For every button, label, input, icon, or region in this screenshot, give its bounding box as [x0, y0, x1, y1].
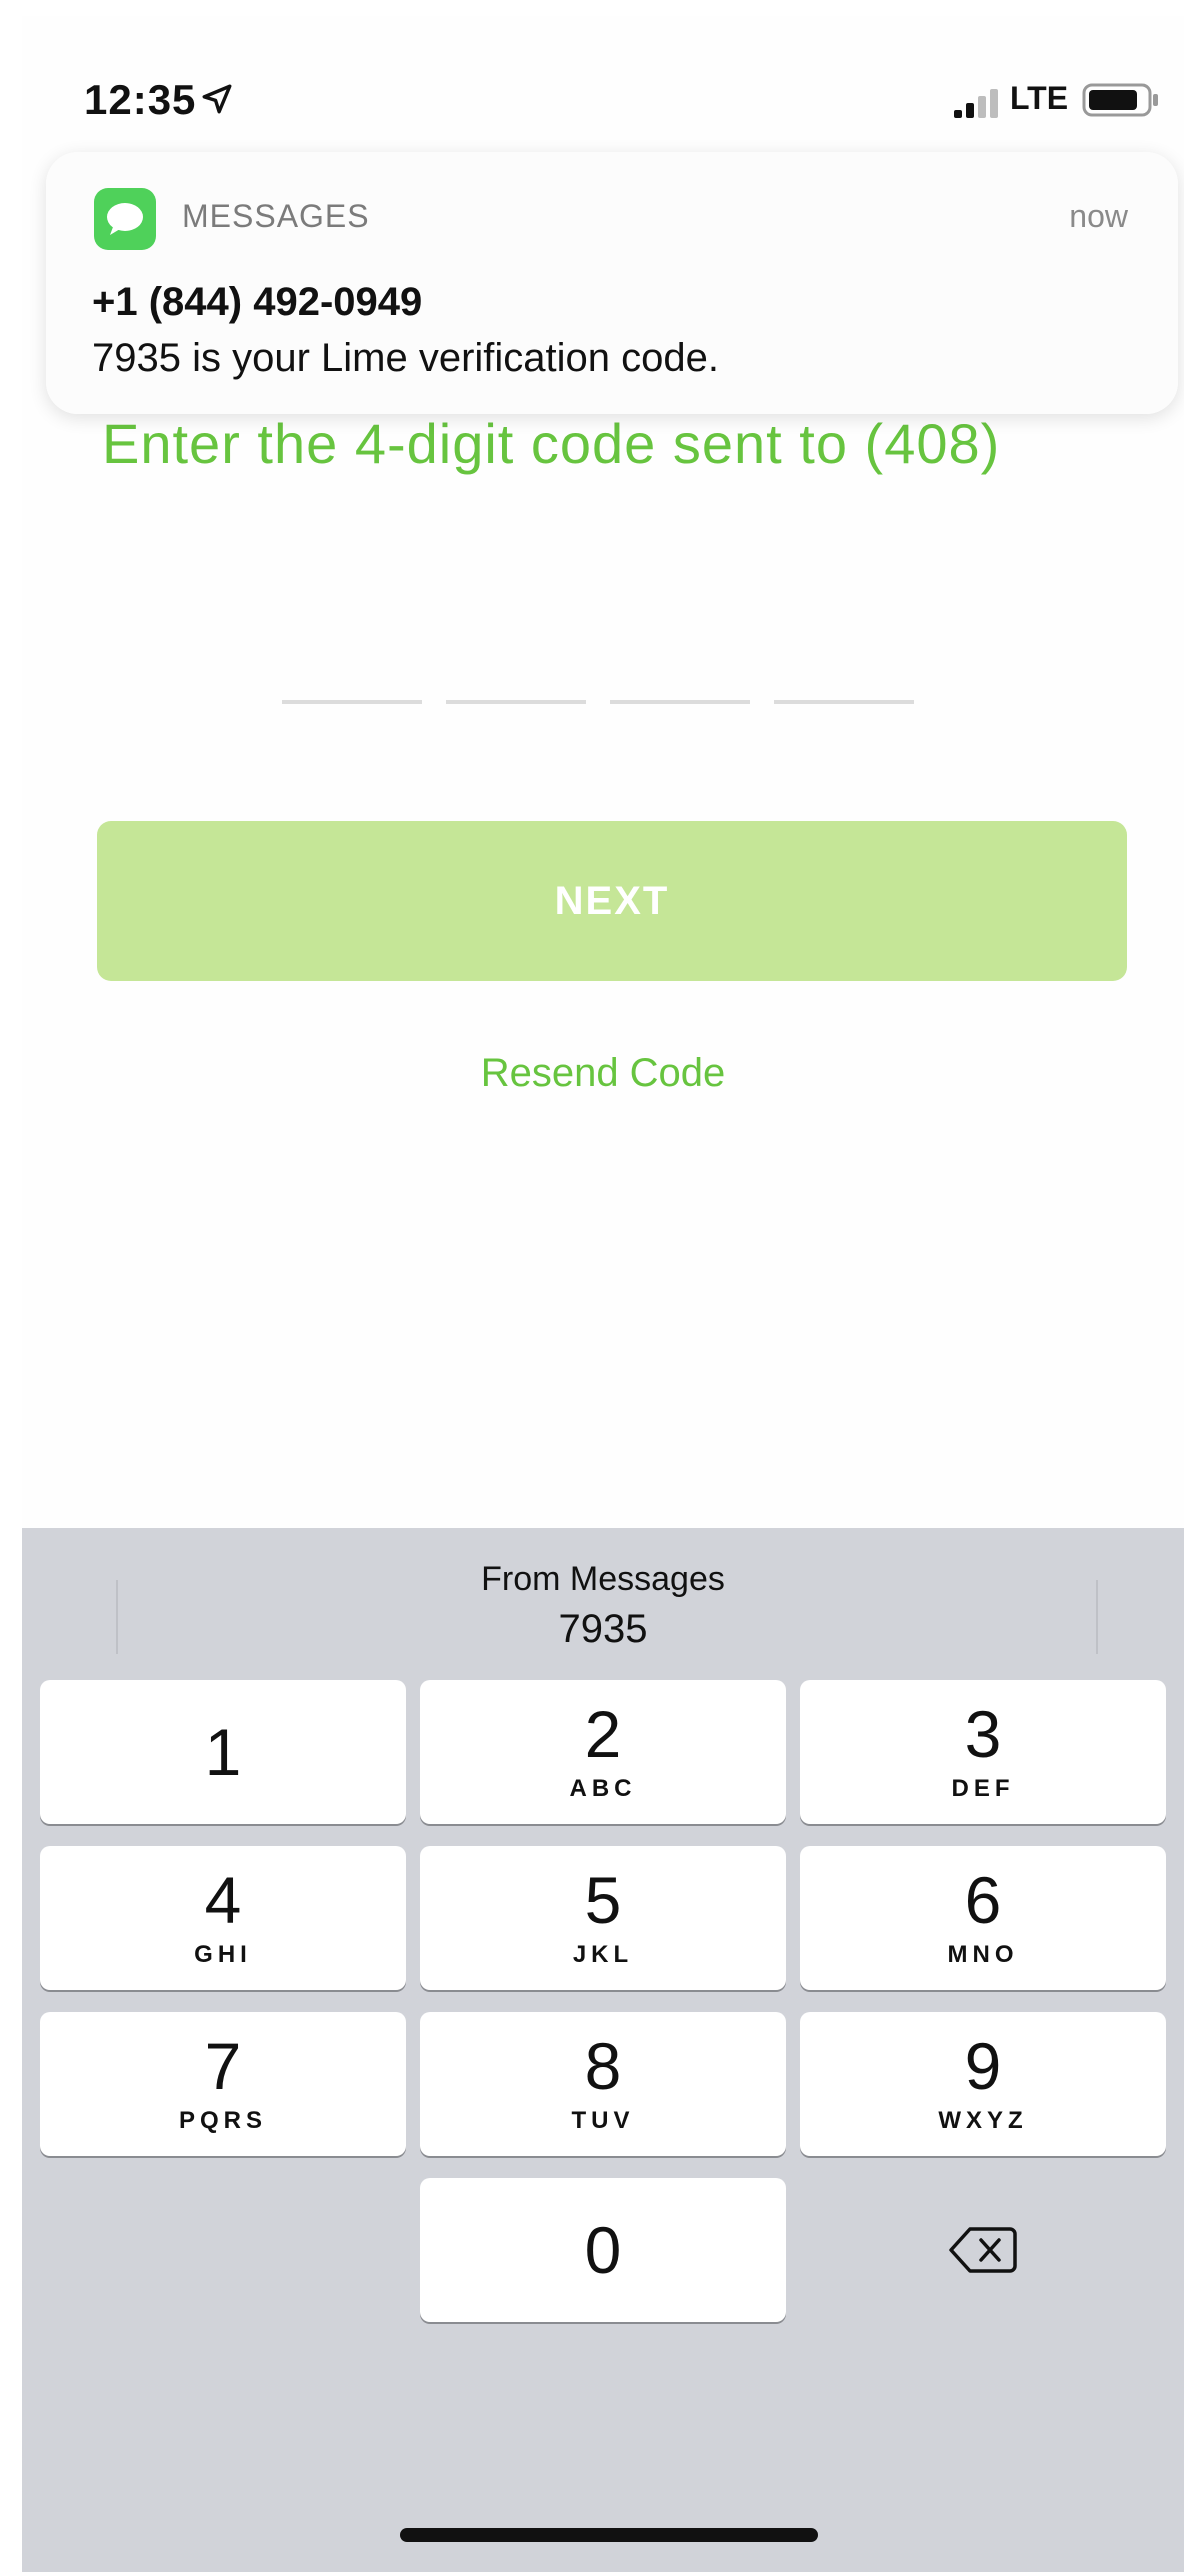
code-input[interactable]	[282, 700, 914, 704]
code-digit-slot[interactable]	[774, 700, 914, 704]
location-arrow-icon	[202, 84, 232, 114]
instruction-text: Enter the 4-digit code sent to (408)	[102, 412, 1001, 475]
key-digit: 1	[204, 1715, 242, 1789]
messages-app-icon	[94, 188, 156, 250]
cell-signal-icon	[954, 89, 998, 118]
code-digit-slot[interactable]	[446, 700, 586, 704]
key-7[interactable]: 7 PQRS	[40, 2012, 406, 2156]
key-8[interactable]: 8 TUV	[420, 2012, 786, 2156]
home-indicator[interactable]	[400, 2528, 818, 2542]
status-bar: 12:35 LTE	[22, 16, 1184, 166]
key-6[interactable]: 6 MNO	[800, 1846, 1166, 1990]
phone-screen: 12:35 LTE Enter the 4-digit code sent to…	[22, 16, 1184, 2572]
notification-body: 7935 is your Lime verification code.	[92, 336, 719, 380]
backspace-icon	[949, 2227, 1017, 2273]
numeric-keyboard: From Messages 7935 1 2 ABC 3 DEF 4 GHI 5…	[22, 1528, 1184, 2572]
autofill-suggestion[interactable]: From Messages 7935	[22, 1560, 1184, 1652]
key-3[interactable]: 3 DEF	[800, 1680, 1166, 1824]
key-digit: 4	[204, 1863, 242, 1937]
key-digit: 8	[584, 2029, 622, 2103]
key-letters: JKL	[572, 1941, 634, 1968]
backspace-key[interactable]	[800, 2178, 1166, 2322]
key-1[interactable]: 1	[40, 1680, 406, 1824]
notification-app-name: MESSAGES	[182, 198, 370, 234]
key-4[interactable]: 4 GHI	[40, 1846, 406, 1990]
next-button-label: NEXT	[554, 878, 670, 923]
code-digit-slot[interactable]	[610, 700, 750, 704]
suggestion-code: 7935	[558, 1607, 648, 1651]
status-time: 12:35	[84, 76, 197, 123]
key-digit: 5	[584, 1863, 622, 1937]
key-letters: PQRS	[178, 2107, 267, 2134]
key-9[interactable]: 9 WXYZ	[800, 2012, 1166, 2156]
key-letters: DEF	[951, 1775, 1015, 1802]
suggestion-title: From Messages	[481, 1560, 725, 1598]
notification-time: now	[1069, 198, 1128, 234]
key-digit: 0	[584, 2213, 622, 2287]
battery-icon	[1082, 83, 1158, 117]
key-letters: MNO	[947, 1941, 1019, 1968]
resend-code-link[interactable]: Resend Code	[22, 1051, 1184, 1096]
key-letters: WXYZ	[938, 2107, 1028, 2134]
key-digit: 9	[964, 2029, 1002, 2103]
key-0[interactable]: 0	[420, 2178, 786, 2322]
key-digit: 7	[204, 2029, 242, 2103]
key-digit: 2	[584, 1697, 622, 1771]
key-digit: 6	[964, 1863, 1002, 1937]
key-letters: ABC	[569, 1775, 637, 1802]
speech-bubble-icon	[107, 203, 143, 235]
code-digit-slot[interactable]	[282, 700, 422, 704]
key-5[interactable]: 5 JKL	[420, 1846, 786, 1990]
key-letters: TUV	[571, 2107, 635, 2134]
key-2[interactable]: 2 ABC	[420, 1680, 786, 1824]
network-type: LTE	[1010, 80, 1069, 116]
next-button[interactable]: NEXT	[97, 821, 1127, 981]
key-digit: 3	[964, 1697, 1002, 1771]
message-notification[interactable]: MESSAGES now +1 (844) 492-0949 7935 is y…	[46, 152, 1178, 414]
key-letters: GHI	[194, 1941, 252, 1968]
notification-sender: +1 (844) 492-0949	[92, 280, 423, 324]
